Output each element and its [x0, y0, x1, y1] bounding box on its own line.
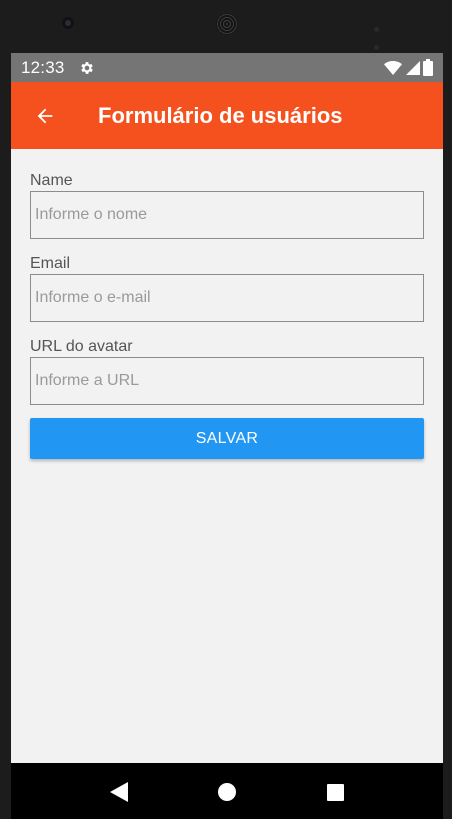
front-camera	[62, 17, 74, 29]
earpiece-speaker	[216, 13, 238, 35]
settings-gear-icon	[80, 61, 93, 74]
proximity-sensors	[374, 19, 398, 50]
status-icons	[384, 59, 433, 76]
nav-home-button[interactable]	[215, 780, 239, 804]
app-title: Formulário de usuários	[98, 102, 343, 128]
cell-signal-icon	[406, 60, 420, 75]
status-bar: 12:33	[11, 53, 443, 82]
system-nav-bar	[11, 763, 443, 819]
screen: 12:33 Formulário de usuários Name Inform…	[11, 53, 443, 763]
email-field[interactable]	[30, 274, 424, 322]
nav-back-icon	[110, 782, 128, 802]
avatar-url-field[interactable]	[30, 357, 424, 405]
email-label: Email	[30, 255, 71, 272]
nav-home-icon	[218, 783, 236, 801]
name-label: Name	[30, 172, 73, 189]
arrow-left-icon	[37, 108, 53, 123]
app-bar: Formulário de usuários	[11, 82, 443, 149]
device-frame: 12:33 Formulário de usuários Name Inform…	[0, 0, 452, 819]
user-form: Name Email URL do avatar SALVAR	[11, 149, 443, 459]
status-time: 12:33	[21, 57, 65, 77]
wifi-icon	[384, 60, 402, 75]
nav-back-button[interactable]	[107, 780, 131, 804]
name-field[interactable]	[30, 191, 424, 239]
battery-icon	[423, 59, 433, 76]
nav-recents-button[interactable]	[323, 780, 347, 804]
back-button[interactable]	[33, 104, 57, 128]
nav-recents-icon	[326, 783, 344, 801]
save-button[interactable]: SALVAR	[30, 418, 424, 459]
avatar-url-label: URL do avatar	[30, 338, 133, 355]
